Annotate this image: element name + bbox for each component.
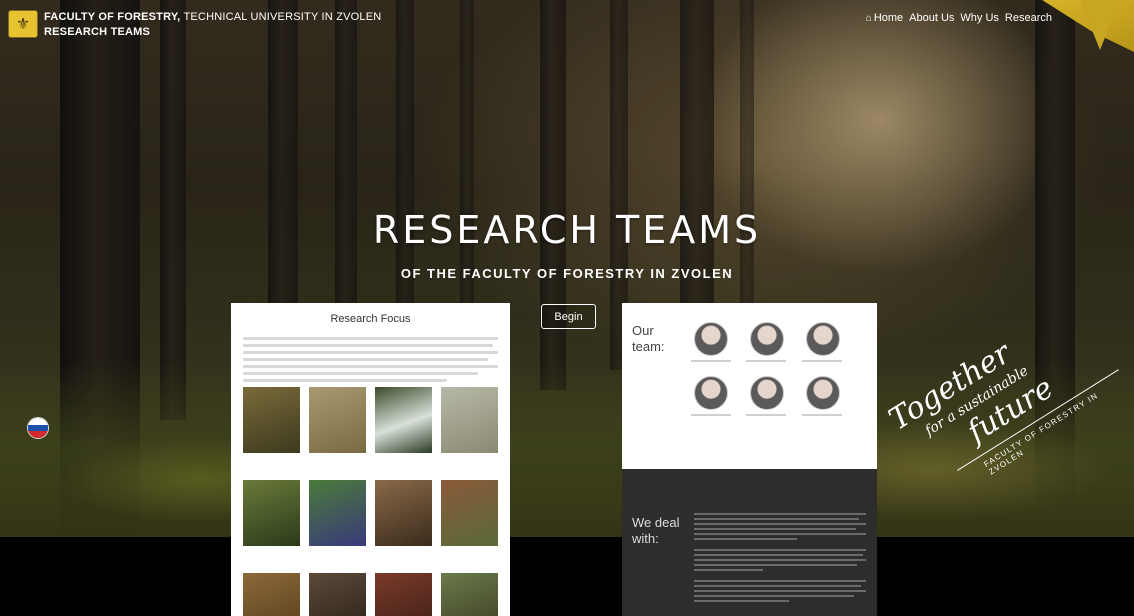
research-focus-card: Research Focus [231,303,510,616]
member-name-line [691,360,731,362]
research-topic-tile[interactable] [375,480,432,546]
we-deal-with-heading: We deal with: [632,515,680,546]
university-seal-icon: ⚜ [8,10,38,38]
research-focus-paragraph [243,337,498,382]
nav-why-us[interactable]: Why Us [960,12,999,24]
avatar[interactable] [750,376,784,410]
research-topic-tile[interactable] [375,573,432,616]
member-name-line [746,414,786,416]
research-topic-tile[interactable] [441,573,498,616]
hero-title: RESEARCH TEAMS [372,208,762,252]
research-topic-tile[interactable] [243,573,300,616]
research-topic-tile[interactable] [309,573,366,616]
brand[interactable]: ⚜ FACULTY OF FORESTRY, TECHNICAL UNIVERS… [8,10,381,40]
nav-research[interactable]: Research [1005,12,1052,24]
nav-about-us[interactable]: About Us [909,12,954,24]
begin-button[interactable]: Begin [541,304,596,329]
member-name-line [746,360,786,362]
we-deal-with-section: We deal with: [622,469,877,616]
team-card: Our team: We deal with: [622,303,877,616]
slovak-flag-icon[interactable] [27,417,49,439]
avatar[interactable] [806,376,840,410]
brand-subtitle: RESEARCH TEAMS [44,26,151,38]
research-topic-tile[interactable] [375,387,432,453]
our-team-heading: Our team: [632,323,665,354]
research-topic-tile[interactable] [243,387,300,453]
avatar[interactable] [694,322,728,356]
avatar[interactable] [806,322,840,356]
research-topic-grid [243,387,498,616]
research-focus-title: Research Focus [330,313,411,325]
main-nav: ⌂ Home About Us Why Us Research [866,12,1052,24]
research-topic-tile[interactable] [309,387,366,453]
brand-university: TECHNICAL UNIVERSITY IN ZVOLEN [180,11,382,23]
research-topic-tile[interactable] [243,480,300,546]
research-topic-tile[interactable] [441,480,498,546]
avatar[interactable] [750,322,784,356]
research-topic-tile[interactable] [309,480,366,546]
brand-faculty: FACULTY OF FORESTRY, [44,11,181,23]
avatar[interactable] [694,376,728,410]
home-icon: ⌂ [865,13,872,24]
member-name-line [691,414,731,416]
member-name-line [802,414,842,416]
nav-home-label: Home [873,12,904,24]
we-deal-with-paragraph [694,513,866,605]
nav-home[interactable]: ⌂ Home [866,12,903,24]
research-topic-tile[interactable] [441,387,498,453]
member-name-line [802,360,842,362]
